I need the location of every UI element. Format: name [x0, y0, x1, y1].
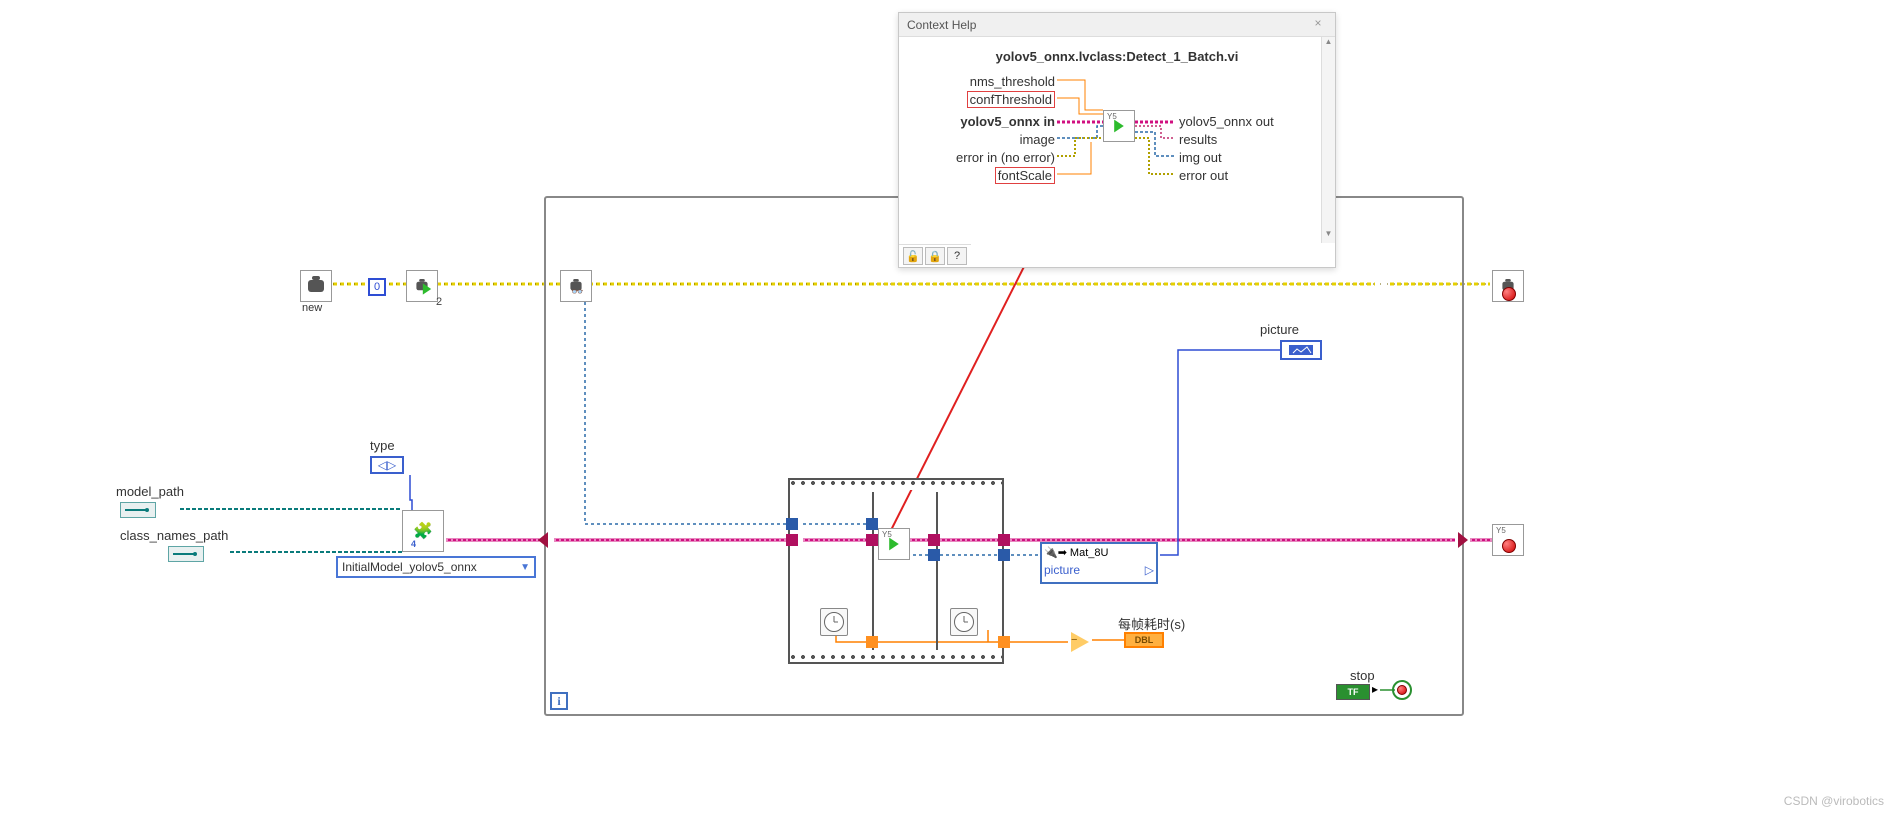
shift-register-left[interactable]	[538, 532, 548, 548]
stop-control[interactable]: TF	[1336, 684, 1370, 700]
help-output-class: yolov5_onnx out	[1179, 114, 1274, 129]
yolov5-close-vi[interactable]: Y5	[1492, 524, 1524, 556]
tunnel-out-class	[998, 534, 1010, 546]
frame-time-label: 每帧耗时(s)	[1118, 614, 1185, 633]
tunnel-f2-class	[928, 534, 940, 546]
iter-i-label: i	[557, 694, 560, 709]
tunnel-f2-img	[928, 549, 940, 561]
close-icon[interactable]: ×	[1309, 16, 1327, 34]
tunnel-f1-class	[866, 534, 878, 546]
model-path-label: model_path	[116, 484, 184, 499]
tick-count-vi-end[interactable]	[950, 608, 978, 636]
clock-icon	[824, 612, 844, 632]
tunnel-class-in	[786, 534, 798, 546]
initial-model-ring-text: InitialModel_yolov5_onnx	[342, 560, 477, 574]
chevron-right-icon: ▷	[1145, 563, 1154, 577]
tunnel-f1-img	[866, 518, 878, 530]
help-lock-button[interactable]: 🔓	[903, 247, 923, 265]
subtract-node[interactable]: −	[1068, 630, 1092, 654]
help-output-img: img out	[1179, 150, 1222, 165]
help-toolbar: 🔓 🔒 ?	[899, 244, 971, 267]
tf-text: TF	[1348, 687, 1359, 697]
tunnel-tick-out2	[998, 636, 1010, 648]
clock-icon	[954, 612, 974, 632]
help-connector-wires	[915, 74, 1335, 214]
context-help-title: Context Help	[907, 18, 976, 32]
loop-condition-terminal[interactable]	[1392, 680, 1412, 700]
dbl-text: DBL	[1135, 635, 1154, 645]
context-help-window[interactable]: Context Help × yolov5_onnx.lvclass:Detec…	[898, 12, 1336, 268]
type-enum-control[interactable]: ◁▷	[370, 456, 404, 474]
camera-new-vi[interactable]	[300, 270, 332, 302]
chevron-down-icon: ▼	[520, 562, 530, 573]
picture-indicator	[1280, 340, 1322, 360]
picture-icon	[1289, 345, 1313, 355]
watermark-text: CSDN @virobotics	[1784, 794, 1884, 808]
model-path-control[interactable]	[120, 502, 156, 518]
int-constant-zero[interactable]: 0	[368, 278, 386, 296]
tunnel-out-img	[998, 549, 1010, 561]
webcam-icon	[308, 280, 324, 292]
int-two-label: 2	[436, 296, 442, 308]
class-names-path-control[interactable]	[168, 546, 204, 562]
help-vi-title: yolov5_onnx.lvclass:Detect_1_Batch.vi	[915, 49, 1319, 64]
tunnel-image-in	[786, 518, 798, 530]
picture-label: picture	[1260, 322, 1299, 337]
path-icon	[121, 503, 155, 517]
red-led-icon	[1502, 539, 1516, 553]
camera-new-label: new	[302, 302, 322, 314]
shift-register-right[interactable]	[1458, 532, 1468, 548]
flat-sequence-structure[interactable]	[788, 478, 1004, 664]
context-help-titlebar[interactable]: Context Help ×	[899, 13, 1335, 37]
tunnel-tick-out1	[866, 636, 878, 648]
chevron-down-icon[interactable]: ▼	[1322, 229, 1335, 243]
iteration-terminal: i	[550, 692, 568, 710]
help-detail-button[interactable]: 🔒	[925, 247, 945, 265]
camera-read-vi[interactable]: 👓	[560, 270, 592, 302]
initial-model-ring-selector[interactable]: InitialModel_yolov5_onnx ▼	[336, 556, 536, 578]
play-icon	[423, 283, 431, 294]
initial-model-subvi[interactable]: 🧩 4	[402, 510, 444, 552]
class-names-path-label: class_names_path	[120, 528, 228, 543]
help-question-button[interactable]: ?	[947, 247, 967, 265]
stop-label: stop	[1350, 668, 1375, 683]
help-output-error: error out	[1179, 168, 1228, 183]
stop-arrow-icon: ▸	[1372, 682, 1378, 696]
help-scrollbar[interactable]: ▲ ▼	[1321, 37, 1335, 243]
mat8u-to-picture-vi[interactable]: 🔌➡Mat_8U picture▷	[1040, 542, 1158, 584]
context-help-body: yolov5_onnx.lvclass:Detect_1_Batch.vi nm…	[899, 37, 1335, 267]
help-output-results: results	[1179, 132, 1217, 147]
tick-count-vi-start[interactable]	[820, 608, 848, 636]
type-label: type	[370, 438, 395, 453]
camera-init-vi[interactable]	[406, 270, 438, 302]
mat-xctl-sub-text: picture	[1044, 563, 1080, 577]
camera-close-vi[interactable]	[1492, 270, 1524, 302]
mat-xctl-text: Mat_8U	[1070, 547, 1109, 559]
chevron-up-icon[interactable]: ▲	[1322, 37, 1335, 51]
red-led-icon	[1502, 287, 1516, 301]
stop-led-icon	[1397, 685, 1407, 695]
path-icon	[169, 547, 203, 561]
yolov5-detect-vi[interactable]: Y5	[878, 528, 910, 560]
frame-time-indicator: DBL	[1124, 632, 1164, 648]
play-icon	[889, 538, 899, 551]
